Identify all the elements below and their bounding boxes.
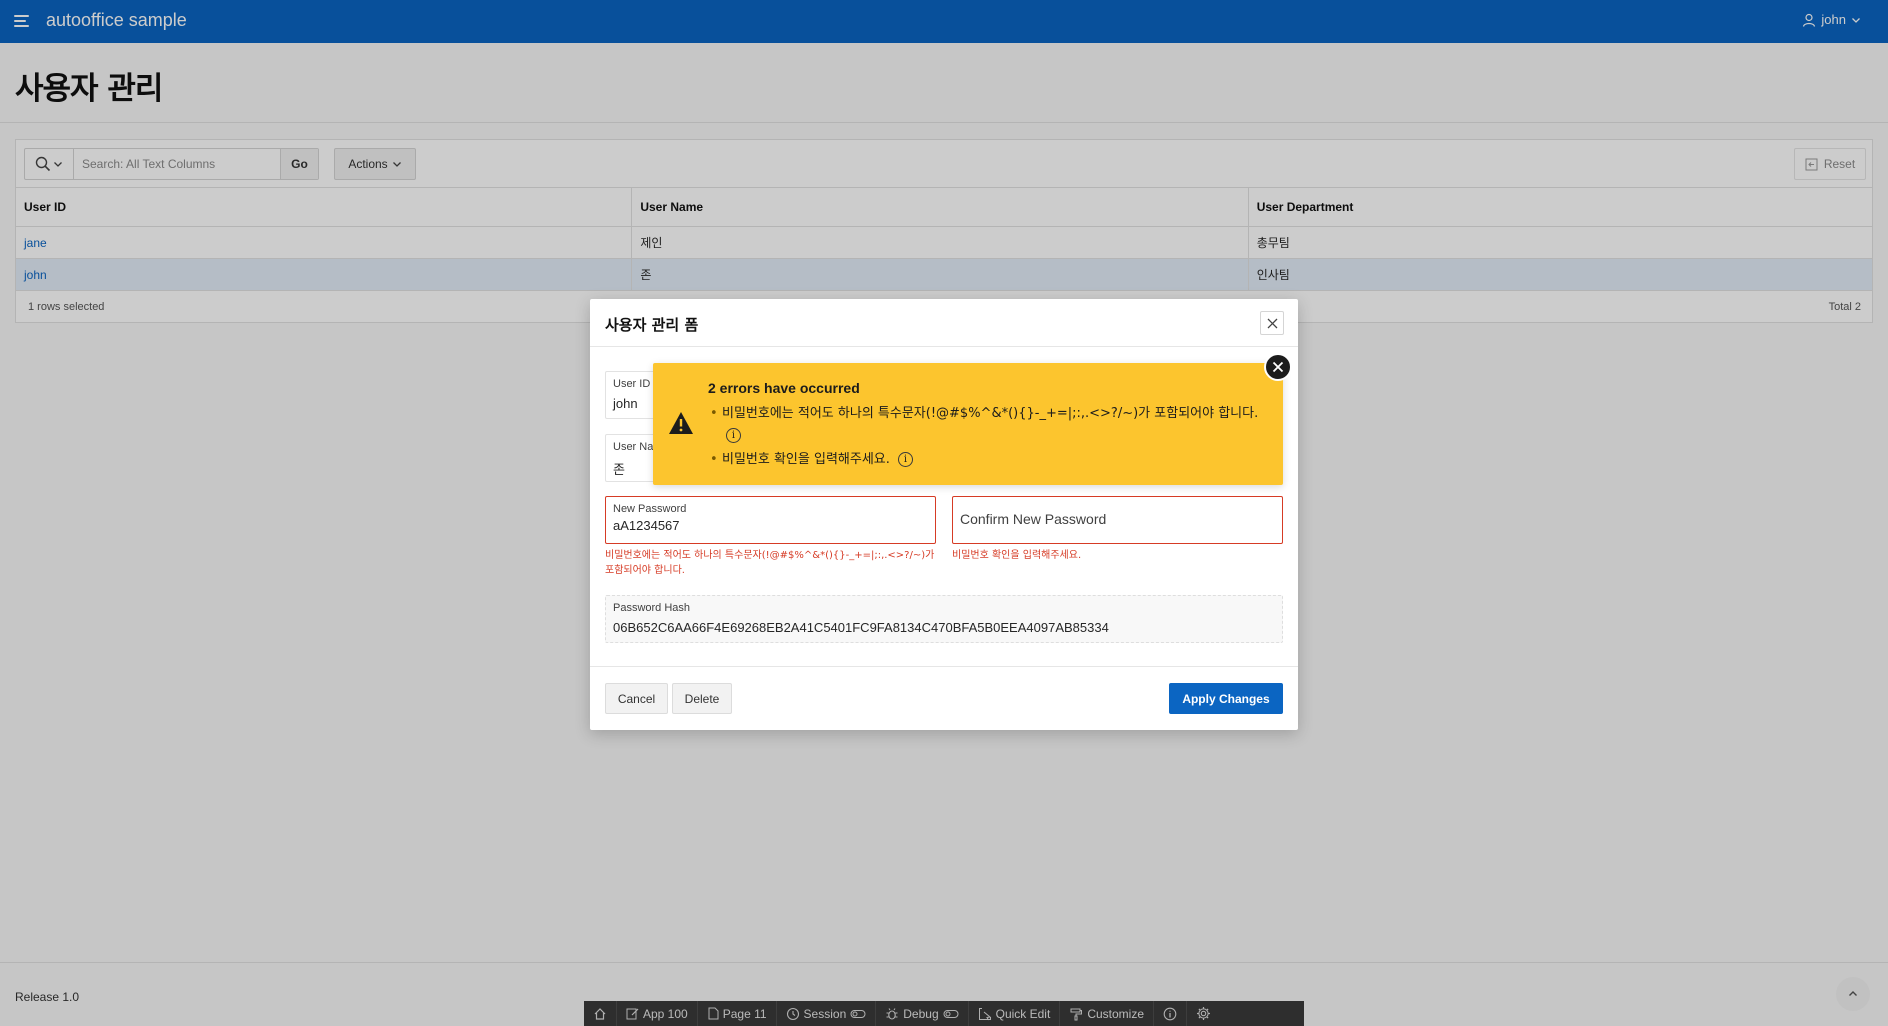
password-hash-label: Password Hash bbox=[613, 602, 691, 614]
dialog-title: 사용자 관리 폼 bbox=[605, 316, 699, 334]
warning-icon bbox=[669, 412, 693, 434]
user-name-value: 존 bbox=[613, 462, 625, 477]
user-id-label: User ID bbox=[613, 378, 651, 390]
delete-button[interactable]: Delete bbox=[672, 683, 732, 714]
apply-changes-button[interactable]: Apply Changes bbox=[1169, 683, 1283, 714]
cancel-button[interactable]: Cancel bbox=[605, 683, 668, 714]
confirm-password-error: 비밀번호 확인을 입력해주세요. bbox=[952, 550, 1082, 561]
confirm-password-input[interactable] bbox=[960, 511, 1275, 527]
error-notification: 2 errors have occurred 비밀번호에는 적어도 하나의 특수… bbox=[653, 363, 1283, 485]
new-password-field: New Password bbox=[605, 496, 936, 544]
error-message: 비밀번호 확인을 입력해주세요. bbox=[722, 452, 890, 467]
new-password-error: 비밀번호에는 적어도 하나의 특수문자(!@#$%^&*(){}-_+=|;:,… bbox=[605, 548, 945, 578]
dialog-footer: Cancel Delete Apply Changes bbox=[590, 666, 1298, 730]
new-password-error-line1: 비밀번호에는 적어도 하나의 특수문자(!@#$%^&*(){}-_+=|;:,… bbox=[605, 550, 935, 561]
user-id-value: john bbox=[613, 396, 638, 411]
password-hash-field: Password Hash 06B652C6AA66F4E69268EB2A41… bbox=[605, 595, 1283, 643]
new-password-error-line2: 포함되어야 합니다. bbox=[605, 565, 685, 576]
new-password-label: New Password bbox=[613, 503, 687, 515]
info-icon[interactable]: i bbox=[726, 428, 741, 443]
error-item: 비밀번호 확인을 입력해주세요. i bbox=[708, 449, 1258, 471]
error-item: 비밀번호에는 적어도 하나의 특수문자(!@#$%^&*(){}-_+=|;:,… bbox=[708, 403, 1258, 447]
password-hash-value: 06B652C6AA66F4E69268EB2A41C5401FC9FA8134… bbox=[613, 620, 1109, 635]
info-icon[interactable]: i bbox=[898, 452, 914, 467]
new-password-input[interactable] bbox=[613, 518, 928, 533]
dialog-close-button[interactable] bbox=[1260, 311, 1284, 335]
dialog-header: 사용자 관리 폼 bbox=[590, 299, 1298, 347]
confirm-password-field bbox=[952, 496, 1283, 544]
error-heading: 2 errors have occurred bbox=[708, 380, 860, 396]
close-icon bbox=[1272, 361, 1284, 373]
user-name-label: User Na bbox=[613, 441, 654, 453]
close-icon bbox=[1267, 318, 1277, 328]
error-list: 비밀번호에는 적어도 하나의 특수문자(!@#$%^&*(){}-_+=|;:,… bbox=[708, 403, 1258, 471]
error-close-button[interactable] bbox=[1264, 353, 1292, 381]
error-message: 비밀번호에는 적어도 하나의 특수문자(!@#$%^&*(){}-_+=|;:,… bbox=[722, 406, 1259, 421]
